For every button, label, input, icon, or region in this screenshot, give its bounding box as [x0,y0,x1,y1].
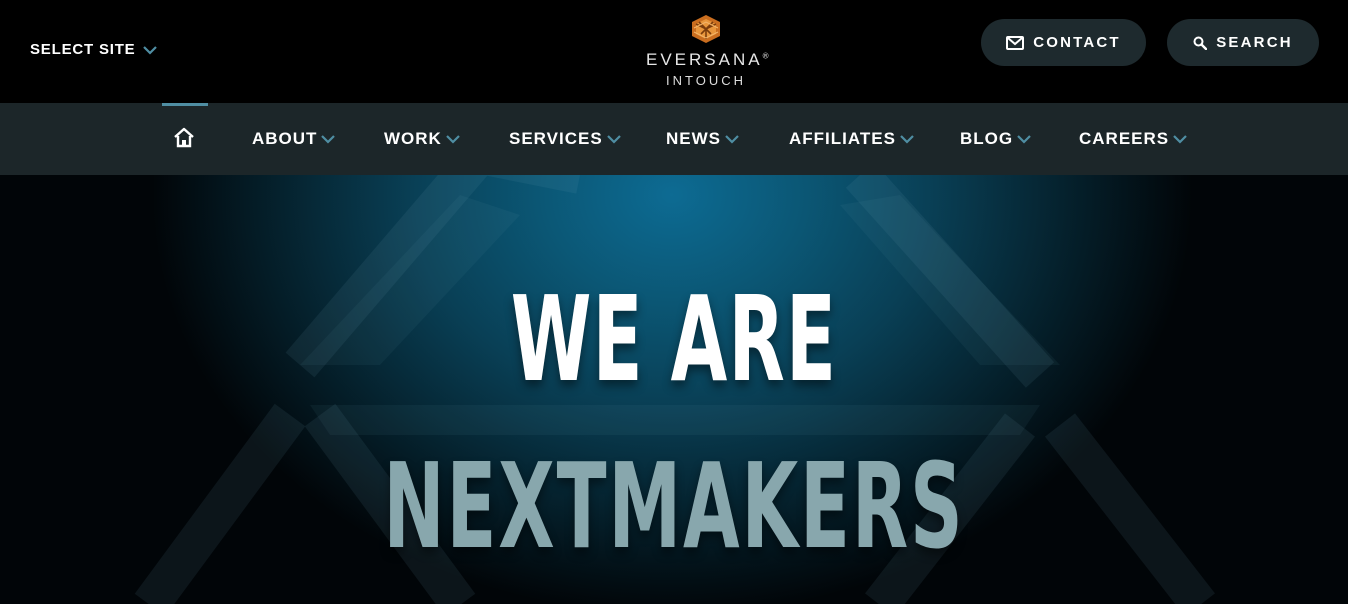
chevron-down-icon [445,134,461,144]
chevron-down-icon [142,45,158,55]
nav-home[interactable] [173,127,195,149]
chevron-down-icon [899,134,915,144]
contact-button[interactable]: CONTACT [981,19,1146,66]
nav-item-services[interactable]: SERVICES [509,103,622,175]
chevron-down-icon [724,134,740,144]
search-icon [1193,36,1208,50]
search-button[interactable]: SEARCH [1167,19,1319,66]
chevron-down-icon [1016,134,1032,144]
hero-headline-line2: NEXTMAKERS [383,437,965,575]
nav-item-about[interactable]: ABOUT [252,103,336,175]
top-bar: SELECT SITE EVERSANA® INTOUCH CONTACT SE… [0,0,1348,103]
chevron-down-icon [1172,134,1188,144]
home-icon [174,127,194,148]
chevron-down-icon [320,134,336,144]
hexagon-knot-logo-icon [692,15,720,43]
nav-item-label: WORK [384,129,442,148]
contact-label: CONTACT [1033,34,1121,51]
nav-item-label: BLOG [960,129,1014,148]
active-indicator [162,103,208,106]
nav-item-label: AFFILIATES [789,129,896,148]
select-site-label: SELECT SITE [30,41,136,58]
nav-item-label: NEWS [666,129,721,148]
nav-item-work[interactable]: WORK [384,103,461,175]
nav-item-news[interactable]: NEWS [666,103,740,175]
select-site-dropdown[interactable]: SELECT SITE [30,41,158,58]
nav-item-careers[interactable]: CAREERS [1079,103,1188,175]
nav-item-affiliates[interactable]: AFFILIATES [789,103,915,175]
logo-sub-text: INTOUCH [666,73,746,88]
nav-item-blog[interactable]: BLOG [960,103,1032,175]
search-label: SEARCH [1216,34,1293,51]
chevron-down-icon [606,134,622,144]
eversana-intouch-logo[interactable]: EVERSANA® INTOUCH [646,14,769,90]
logo-brand-text: EVERSANA® [646,50,769,69]
mail-icon [1006,35,1025,50]
main-nav: ABOUT WORK SERVICES NEWS AFFILIATES BLOG… [0,103,1348,175]
nav-item-label: ABOUT [252,129,318,148]
hero-headline-line1: WE ARE [510,270,838,408]
nav-item-label: SERVICES [509,129,603,148]
nav-item-label: CAREERS [1079,129,1170,148]
hero-banner: WE ARE NEXTMAKERS [0,175,1348,604]
